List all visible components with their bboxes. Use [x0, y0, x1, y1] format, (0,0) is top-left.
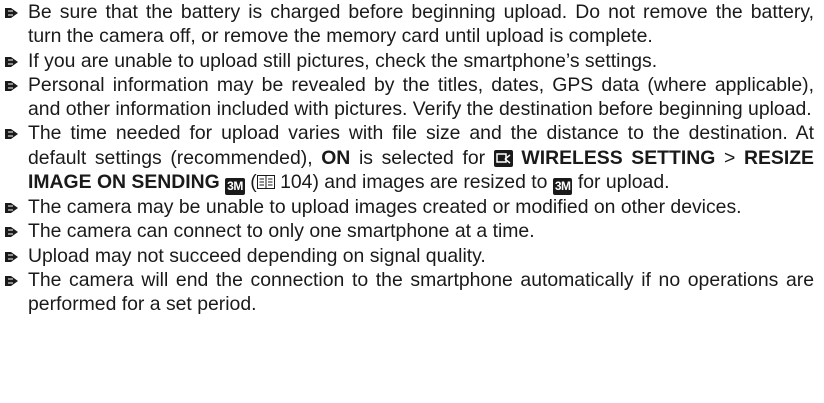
notes-page: Be sure that the battery is charged befo…: [0, 0, 824, 403]
note-signal-quality: Upload may not succeed depending on sign…: [4, 244, 814, 268]
pointing-hand-icon: [4, 78, 19, 93]
note-text: If you are unable to upload still pictur…: [28, 49, 658, 72]
note-other-devices: The camera may be unable to upload image…: [4, 195, 814, 219]
note-text-segment: (: [244, 171, 257, 194]
pointing-hand-icon: [4, 54, 19, 69]
note-personal-information: Personal information may be revealed by …: [4, 73, 814, 122]
note-text-segment: is selected for: [350, 146, 494, 169]
image-size-badge: 3M: [225, 178, 245, 196]
wireless-setting-label: WIRELESS SETTING: [521, 146, 716, 169]
pointing-hand-icon: [4, 200, 19, 215]
note-upload-time: The time needed for upload varies with f…: [4, 121, 814, 196]
note-text: The camera may be unable to upload image…: [28, 196, 742, 219]
note-one-smartphone: The camera can connect to only one smart…: [4, 219, 814, 243]
note-text-segment: >: [715, 146, 744, 169]
note-text: The time needed for upload varies with f…: [28, 122, 814, 196]
note-text-segment: for upload.: [572, 171, 670, 194]
pointing-hand-icon: [4, 273, 19, 288]
on-setting-label: ON: [321, 146, 351, 169]
pointing-hand-icon: [4, 5, 19, 20]
pointing-hand-icon: [4, 126, 19, 141]
note-text: Be sure that the battery is charged befo…: [28, 1, 814, 48]
note-battery: Be sure that the battery is charged befo…: [4, 0, 814, 49]
note-text-segment: ) and images are resized to: [312, 171, 553, 194]
note-text: Personal information may be revealed by …: [28, 73, 814, 121]
pointing-hand-icon: [4, 224, 19, 239]
note-text: Upload may not succeed depending on sign…: [28, 244, 486, 267]
note-auto-disconnect: The camera will end the connection to th…: [4, 268, 814, 317]
note-text: The camera will end the connection to th…: [28, 268, 814, 316]
note-text: The camera can connect to only one smart…: [28, 220, 535, 243]
notes-list: Be sure that the battery is charged befo…: [4, 0, 814, 317]
page-reference: 104: [274, 171, 313, 194]
note-smartphone-settings: If you are unable to upload still pictur…: [4, 49, 814, 73]
image-size-badge: 3M: [552, 178, 573, 196]
pointing-hand-icon: [4, 249, 19, 264]
wireless-setting-icon: [493, 149, 513, 167]
book-page-ref-icon: [256, 172, 275, 190]
